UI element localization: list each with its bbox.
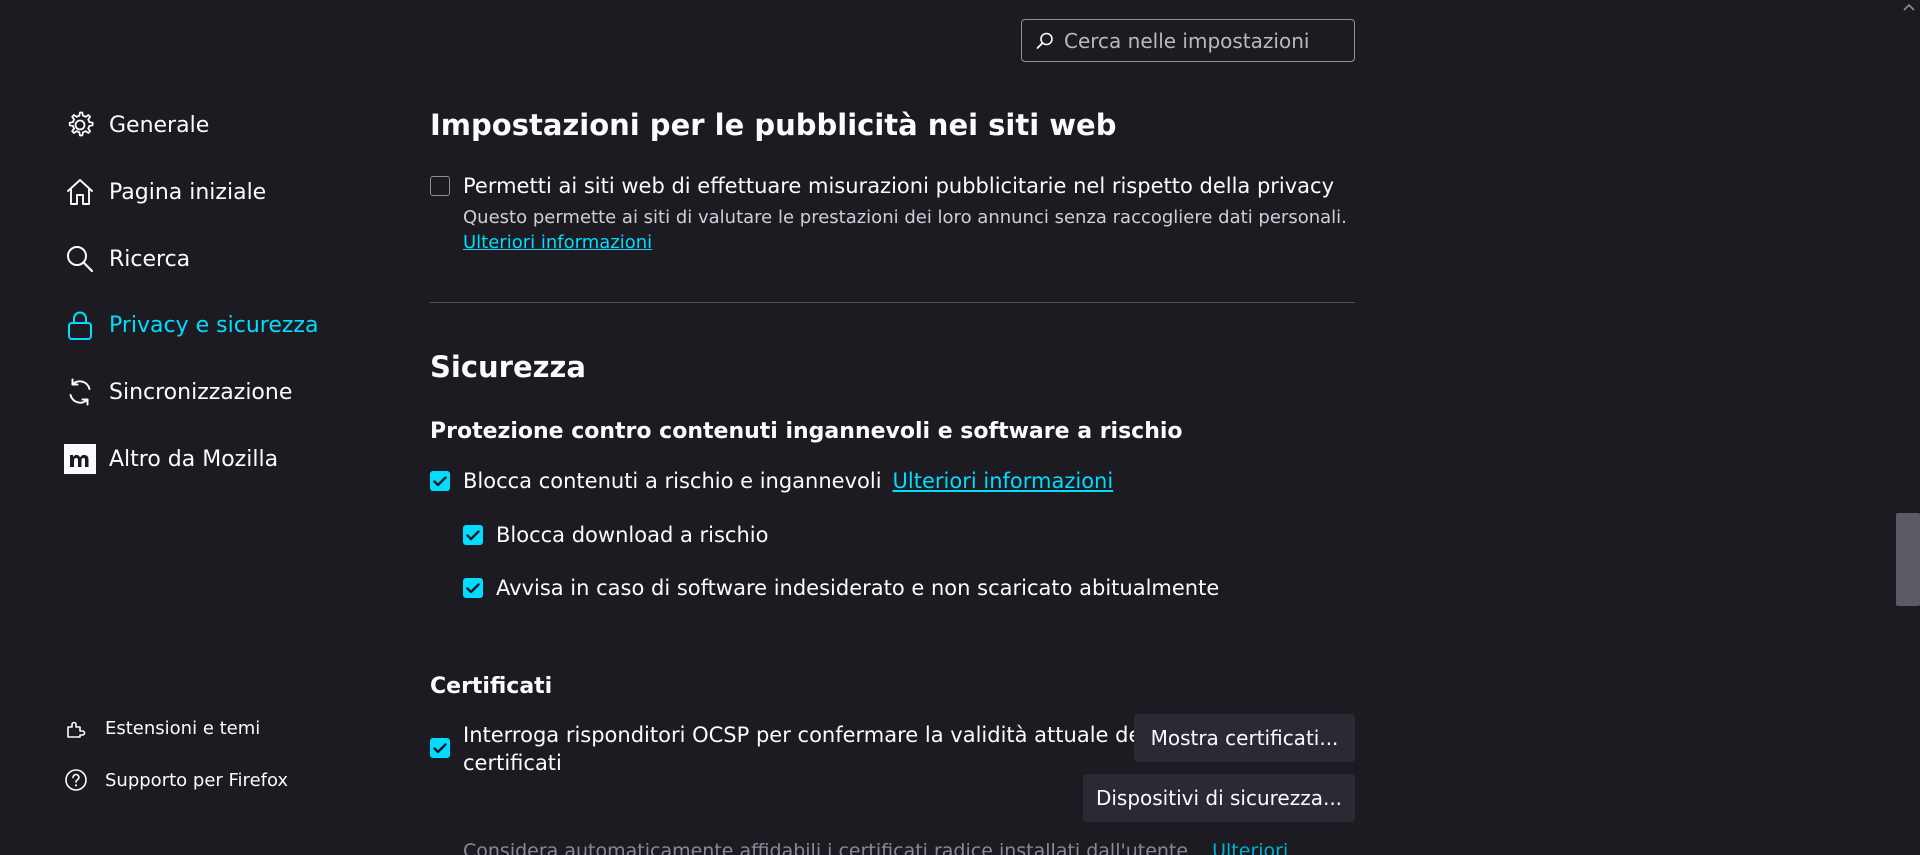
sidebar-item-label: Privacy e sicurezza: [109, 312, 319, 338]
footer-item-label: Estensioni e temi: [105, 717, 261, 739]
warn-unwanted-software-label: Avvisa in caso di software indesiderato …: [496, 576, 1220, 600]
certificates-heading: Certificati: [430, 674, 553, 699]
ocsp-checkbox[interactable]: [430, 738, 450, 758]
ads-section-title: Impostazioni per le pubblicità nei siti …: [430, 108, 1117, 142]
ads-measurement-checkbox[interactable]: [430, 176, 450, 196]
sidebar-item-privacy[interactable]: Privacy e sicurezza: [63, 305, 318, 345]
ocsp-label-line1: Interroga risponditori OCSP per conferma…: [463, 723, 1148, 747]
extensions-themes-link[interactable]: Estensioni e temi: [63, 712, 260, 744]
section-divider: [430, 302, 1355, 303]
search-input[interactable]: [1062, 27, 1354, 54]
security-devices-button[interactable]: Dispositivi di sicurezza...: [1083, 774, 1355, 822]
protection-heading: Protezione contro contenuti ingannevoli …: [430, 419, 1183, 444]
sidebar-item-label: Sincronizzazione: [109, 379, 293, 405]
sidebar-item-label: Ricerca: [109, 246, 191, 272]
sidebar-item-ricerca[interactable]: Ricerca: [63, 239, 190, 279]
block-dangerous-content-checkbox[interactable]: [430, 471, 450, 491]
block-downloads-checkbox[interactable]: [463, 525, 483, 545]
gear-icon: [63, 108, 97, 142]
firefox-support-link[interactable]: Supporto per Firefox: [63, 764, 288, 796]
sidebar-item-altro-da-mozilla[interactable]: Altro da Mozilla: [63, 439, 278, 479]
ocsp-option[interactable]: [430, 737, 463, 759]
ads-learn-more-link[interactable]: Ulteriori informazioni: [463, 232, 652, 253]
ads-measurement-option[interactable]: Permetti ai siti web di effettuare misur…: [430, 172, 1334, 200]
warn-unwanted-software-checkbox[interactable]: [463, 578, 483, 598]
search-icon: [63, 242, 97, 276]
sidebar-item-label: Pagina iniziale: [109, 179, 267, 205]
root-certificates-label: Considera automaticamente affidabili i c…: [463, 840, 1189, 855]
home-icon: [63, 175, 97, 209]
footer-item-label: Supporto per Firefox: [105, 769, 289, 791]
mozilla-icon: [63, 442, 97, 476]
root-certificates-link[interactable]: Ulteriori: [1212, 840, 1288, 855]
sidebar-item-generale[interactable]: Generale: [63, 105, 209, 145]
settings-page: Generale Pagina iniziale Ricerca Privacy…: [0, 0, 1920, 855]
sidebar-item-label: Altro da Mozilla: [109, 446, 279, 472]
sidebar-item-label: Generale: [109, 112, 210, 138]
block-dangerous-content-option[interactable]: Blocca contenuti a rischio e ingannevoli…: [430, 466, 1113, 496]
warn-unwanted-software-option[interactable]: Avvisa in caso di software indesiderato …: [463, 573, 1219, 603]
ocsp-label-line2: certificati: [463, 751, 562, 775]
puzzle-icon: [63, 715, 89, 741]
sidebar-item-sincronizzazione[interactable]: Sincronizzazione: [63, 372, 292, 412]
search-icon: [1034, 30, 1056, 52]
ads-description: Questo permette ai siti di valutare le p…: [463, 207, 1347, 228]
sync-icon: [63, 375, 97, 409]
search-box[interactable]: [1021, 19, 1355, 62]
security-section-title: Sicurezza: [430, 350, 586, 384]
block-dangerous-content-label: Blocca contenuti a rischio e ingannevoli: [463, 469, 882, 493]
root-certificates-text: Considera automaticamente affidabili i c…: [463, 840, 1288, 855]
show-certificates-button[interactable]: Mostra certificati...: [1134, 714, 1355, 762]
block-downloads-option[interactable]: Blocca download a rischio: [463, 520, 768, 550]
scroll-up-arrow[interactable]: [1898, 0, 1920, 14]
scrollbar-thumb[interactable]: [1896, 513, 1920, 606]
block-downloads-label: Blocca download a rischio: [496, 523, 769, 547]
help-icon: [63, 767, 89, 793]
sidebar-item-pagina-iniziale[interactable]: Pagina iniziale: [63, 172, 266, 212]
lock-icon: [63, 308, 97, 342]
ads-measurement-label: Permetti ai siti web di effettuare misur…: [463, 174, 1335, 198]
block-learn-more-link[interactable]: Ulteriori informazioni: [893, 469, 1114, 493]
